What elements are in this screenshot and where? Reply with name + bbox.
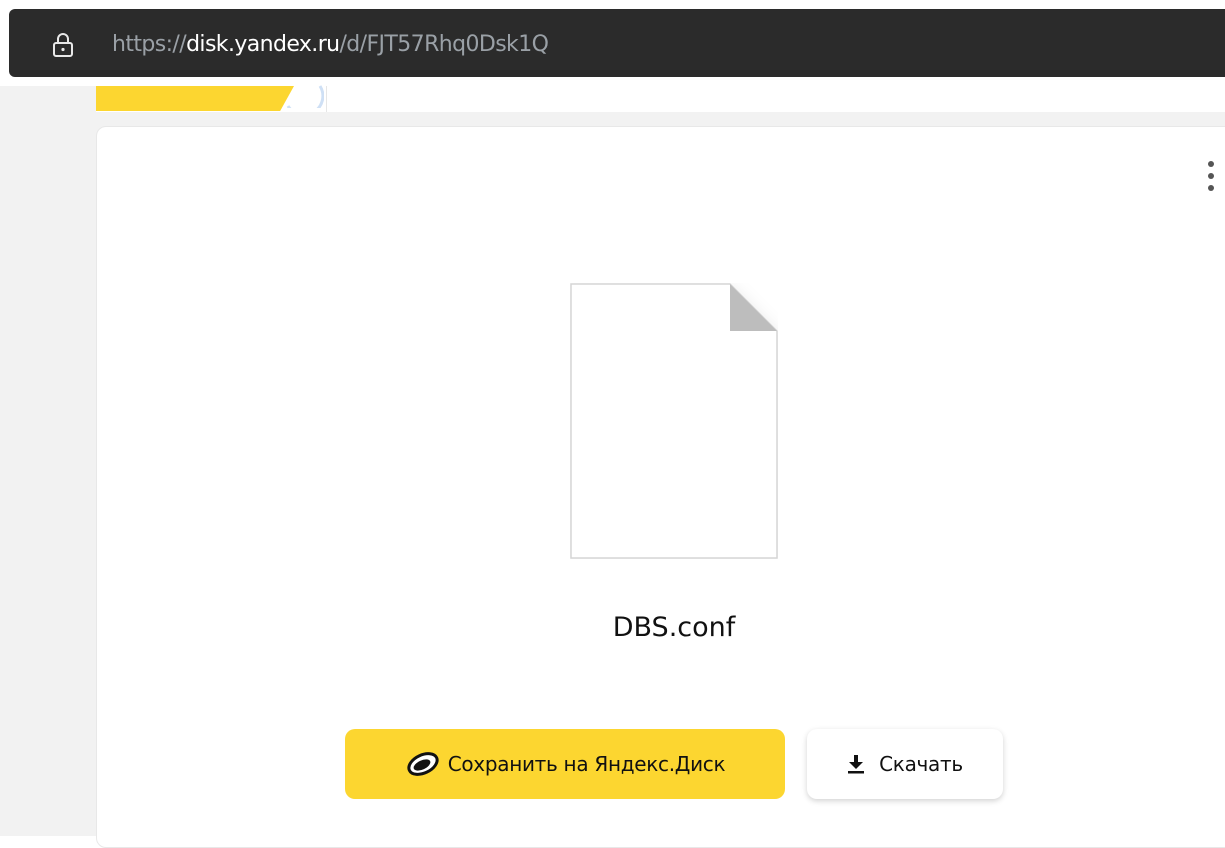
save-to-disk-button[interactable]: Сохранить на Яндекс.Диск — [345, 729, 785, 799]
document-icon — [570, 283, 778, 559]
more-vertical-icon[interactable] — [1205, 158, 1217, 194]
url-host: disk.yandex.ru — [186, 32, 340, 57]
save-button-label: Сохранить на Яндекс.Диск — [447, 752, 726, 776]
search-ring-icon — [286, 85, 324, 108]
download-icon — [848, 755, 865, 774]
file-name: DBS.conf — [612, 612, 736, 643]
disk-logo-icon — [407, 752, 439, 776]
window-top-strip — [0, 0, 1225, 9]
download-button[interactable]: Скачать — [807, 729, 1003, 799]
address-url[interactable]: https://disk.yandex.ru/d/FJT57Rhq0Dsk1Q — [112, 30, 549, 60]
url-path: /d/FJT57Rhq0Dsk1Q — [339, 32, 549, 57]
url-scheme: https:// — [112, 32, 187, 57]
yandex-logo-tab[interactable] — [96, 86, 294, 111]
header-divider — [326, 86, 327, 112]
lock-icon — [53, 33, 73, 57]
download-button-label: Скачать — [879, 752, 963, 776]
